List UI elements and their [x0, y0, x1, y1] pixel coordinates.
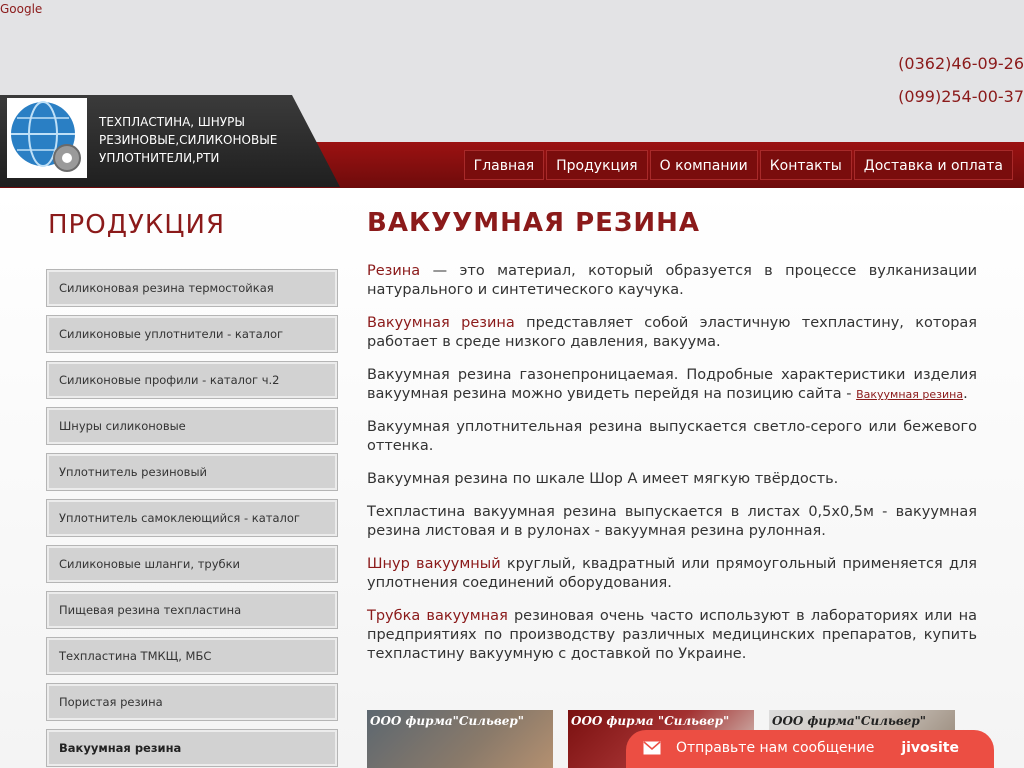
sidebar-item-silicone-hoses[interactable]: Силиконовые шланги, трубки: [46, 545, 338, 583]
paragraph-3: Вакуумная резина газонепроницаемая. Подр…: [367, 366, 977, 404]
sidebar-item-silicone-seals[interactable]: Силиконовые уплотнители - каталог: [46, 315, 338, 353]
brand-tagline: ТЕХПЛАСТИНА, ШНУРЫ РЕЗИНОВЫЕ,СИЛИКОНОВЫЕ…: [99, 115, 278, 165]
paragraph-8: Трубка вакуумная резиновая очень часто и…: [367, 607, 977, 664]
main-nav: Главная Продукция О компании Контакты До…: [463, 150, 1013, 180]
sidebar-item-silicone-cords[interactable]: Шнуры силиконовые: [46, 407, 338, 445]
link-vacuum-rubber[interactable]: Вакуумная резина: [367, 315, 515, 331]
paragraph-1-text: — это материал, который образуется в про…: [367, 263, 977, 298]
sidebar-item-tmksch[interactable]: Техпластина ТМКЩ, МБС: [46, 637, 338, 675]
sidebar-item-self-adhesive-seal[interactable]: Уплотнитель самоклеющийся - каталог: [46, 499, 338, 537]
logo-block: ТЕХПЛАСТИНА, ШНУРЫ РЕЗИНОВЫЕ,СИЛИКОНОВЫЕ…: [0, 95, 340, 187]
thumbnail-watermark-1: ООО фирма"Сильвер": [370, 714, 525, 728]
thumbnail-watermark-2: ООО фирма "Сильвер": [571, 714, 730, 728]
link-rubber[interactable]: Резина: [367, 263, 420, 279]
main-content: ВАКУУМНАЯ РЕЗИНА Резина — это материал, …: [367, 208, 977, 678]
phone-number-2[interactable]: (099)254-00-37: [898, 87, 1024, 106]
paragraph-6: Техпластина вакуумная резина выпускается…: [367, 504, 977, 539]
nav-products[interactable]: Продукция: [546, 150, 648, 180]
link-vacuum-tube[interactable]: Трубка вакуумная: [367, 608, 508, 624]
product-thumbnail-1[interactable]: ООО фирма"Сильвер": [367, 710, 553, 768]
envelope-icon: [643, 741, 661, 755]
google-link[interactable]: Google: [0, 2, 42, 16]
paragraph-4: Вакуумная уплотнительная резина выпускае…: [367, 419, 977, 454]
paragraph-5: Вакуумная резина по шкале Шор А имеет мя…: [367, 471, 839, 487]
sidebar-item-food-rubber[interactable]: Пищевая резина техпластина: [46, 591, 338, 629]
sidebar-item-silicone-profiles[interactable]: Силиконовые профили - каталог ч.2: [46, 361, 338, 399]
globe-gear-logo-icon[interactable]: [7, 98, 87, 178]
nav-contacts[interactable]: Контакты: [759, 150, 852, 180]
sidebar-item-vacuum-rubber[interactable]: Вакуумная резина: [46, 729, 338, 767]
paragraph-7: Шнур вакуумный круглый, квадратный или п…: [367, 555, 977, 593]
nav-about[interactable]: О компании: [649, 150, 758, 180]
phone-number-1[interactable]: (0362)46-09-26: [898, 54, 1024, 73]
sidebar-item-rubber-seal[interactable]: Уплотнитель резиновый: [46, 453, 338, 491]
thumbnail-watermark-3: ООО фирма"Сильвер": [772, 714, 927, 728]
page-title: ВАКУУМНАЯ РЕЗИНА: [367, 208, 701, 238]
paragraph-1: Резина — это материал, который образуетс…: [367, 262, 977, 300]
nav-delivery[interactable]: Доставка и оплата: [853, 150, 1013, 180]
sidebar-menu: Силиконовая резина термостойкая Силиконо…: [46, 269, 338, 768]
sidebar-item-porous-rubber[interactable]: Пористая резина: [46, 683, 338, 721]
sidebar-title: ПРОДУКЦИЯ: [48, 210, 226, 240]
chat-widget-button[interactable]: Отправьте нам сообщение jivosite: [626, 730, 994, 768]
link-vacuum-cord[interactable]: Шнур вакуумный: [367, 556, 501, 572]
paragraph-2: Вакуумная резина представляет собой элас…: [367, 314, 977, 352]
paragraph-3-end: .: [963, 386, 968, 402]
link-vacuum-rubber-position[interactable]: Вакуумная резина: [856, 388, 963, 401]
chat-widget-label: Отправьте нам сообщение: [676, 740, 875, 756]
sidebar-item-silicone-rubber[interactable]: Силиконовая резина термостойкая: [46, 269, 338, 307]
nav-home[interactable]: Главная: [463, 150, 545, 180]
jivosite-logo: jivosite: [901, 740, 959, 756]
